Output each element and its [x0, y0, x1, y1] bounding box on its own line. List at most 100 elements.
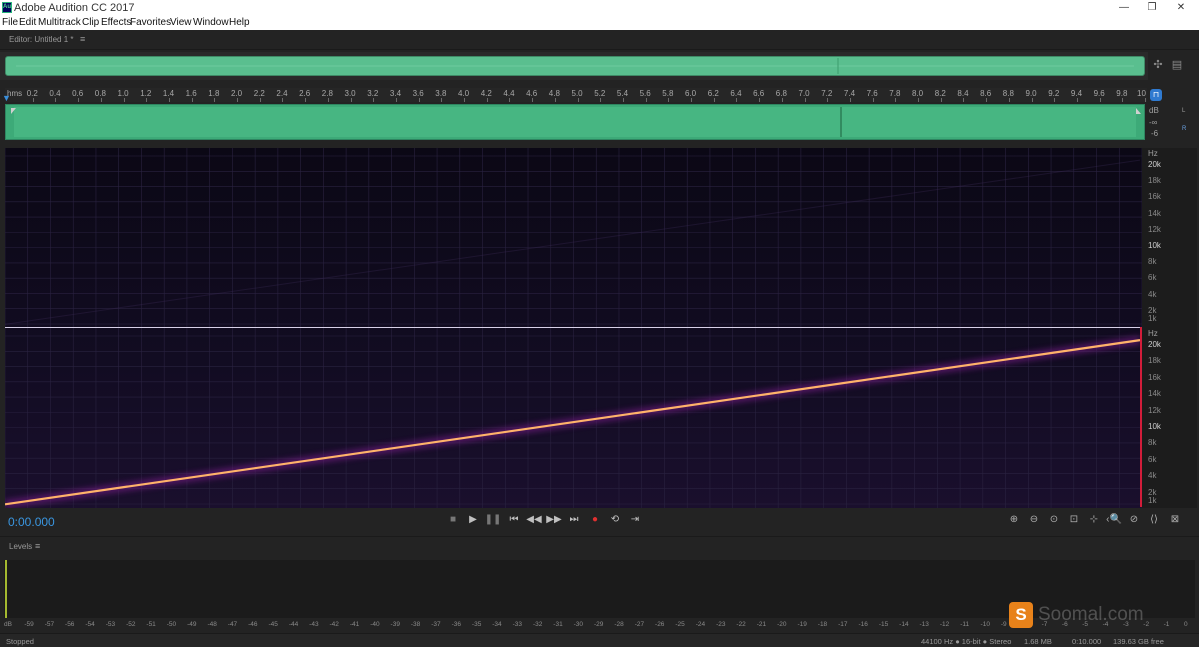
- close-button[interactable]: ✕: [1168, 1, 1194, 15]
- pause-button[interactable]: ❚❚: [484, 513, 502, 527]
- ruler-tick-label: 3.2: [367, 89, 379, 98]
- levels-panel-header: Levels ≡: [0, 536, 1199, 556]
- ruler-tick-mark: [600, 98, 602, 102]
- menu-favorites[interactable]: Favorites: [130, 17, 171, 28]
- status-size: 1.68 MB: [1024, 637, 1052, 646]
- timecode-display[interactable]: 0:00.000: [8, 515, 55, 529]
- freq-unit: Hz: [1148, 149, 1158, 158]
- ruler-tick-label: 0.6: [72, 89, 84, 98]
- maximize-button[interactable]: ❐: [1139, 1, 1165, 15]
- levels-scale-label: 0: [1184, 621, 1188, 628]
- levels-scale-label: -56: [65, 621, 75, 628]
- minimize-button[interactable]: —: [1111, 1, 1137, 15]
- ruler-tick-mark: [622, 98, 624, 102]
- levels-scale-label: -18: [817, 621, 828, 628]
- zoom-out-time-icon[interactable]: ⊠: [1166, 513, 1184, 527]
- ruler-tick-mark: [146, 98, 148, 102]
- scroll-lock-icon[interactable]: ⊓: [1150, 89, 1162, 101]
- playhead-line[interactable]: [1140, 327, 1142, 507]
- ruler-tick-mark: [282, 98, 284, 102]
- menu-multitrack[interactable]: Multitrack: [38, 17, 81, 28]
- loop-button[interactable]: ⟲: [606, 513, 624, 527]
- hamburger-icon[interactable]: ≡: [35, 541, 40, 551]
- panel-options-icon[interactable]: ▤: [1170, 58, 1184, 71]
- zoom-in-full-icon[interactable]: ⊡: [1065, 513, 1083, 527]
- menu-clip[interactable]: Clip: [82, 17, 99, 28]
- levels-scale-label: -54: [85, 621, 95, 628]
- soomal-logo: S: [1009, 602, 1033, 628]
- ruler-tick-label: 4.0: [458, 89, 470, 98]
- levels-scale-label: -22: [736, 621, 746, 628]
- waveform-display[interactable]: [5, 104, 1145, 140]
- zoom-out-icon[interactable]: ⊘: [1125, 513, 1143, 527]
- rewind-button[interactable]: ◀◀: [525, 513, 543, 527]
- ruler-tick-mark: [804, 98, 806, 102]
- freq-tick-label: 12k: [1148, 405, 1161, 415]
- zoom-navigator-icon[interactable]: ✣: [1151, 58, 1165, 71]
- ruler-tick-label: 5.6: [639, 89, 651, 98]
- stop-button[interactable]: ■: [444, 513, 462, 527]
- menu-help[interactable]: Help: [229, 17, 250, 28]
- editor-panel-header: Editor: Untitled 1 * ≡: [0, 30, 1199, 50]
- go-to-end-button[interactable]: ⏭: [565, 513, 583, 527]
- levels-scale-label: -29: [594, 621, 604, 628]
- menu-view[interactable]: View: [170, 17, 192, 28]
- menu-edit[interactable]: Edit: [19, 17, 36, 28]
- record-button[interactable]: ●: [586, 513, 604, 527]
- freq-tick-label: 20k: [1148, 340, 1161, 350]
- zoom-selection-icon[interactable]: ⊹: [1085, 513, 1103, 527]
- levels-scale-label: -35: [471, 621, 482, 628]
- ruler-tick-mark: [1076, 98, 1078, 102]
- levels-scale-label: -13: [919, 621, 929, 628]
- channel-left[interactable]: L: [1182, 108, 1185, 114]
- ruler-tick-label: 6.4: [730, 89, 742, 98]
- levels-panel-title[interactable]: Levels: [9, 542, 32, 551]
- ruler-tick-mark: [259, 98, 261, 102]
- levels-scale-label: -49: [187, 621, 197, 628]
- zoom-in-amplitude-icon[interactable]: ⊕: [1005, 513, 1023, 527]
- ruler-tick-mark: [691, 98, 692, 102]
- ruler-tick-label: 4.4: [503, 89, 515, 98]
- channel-right[interactable]: R: [1182, 126, 1186, 132]
- freq-tick-label: 10k: [1148, 241, 1161, 251]
- zoom-in-icon[interactable]: ‹🔍: [1105, 513, 1123, 527]
- ruler-tick-label: 2.4: [276, 89, 288, 98]
- levels-scale-label: -39: [390, 621, 400, 628]
- ruler-tick-label: 3.0: [344, 89, 356, 98]
- editor-panel-title[interactable]: Editor: Untitled 1 *: [9, 35, 73, 44]
- db-label-6: -6: [1151, 129, 1159, 138]
- ruler-tick-mark: [1099, 98, 1101, 102]
- menu-window[interactable]: Window: [193, 17, 229, 28]
- zoom-in-time-icon[interactable]: ⟨⟩: [1145, 513, 1163, 527]
- go-to-start-button[interactable]: ⏮: [505, 513, 523, 527]
- ruler-tick-mark: [759, 98, 761, 102]
- time-ruler[interactable]: hms 0.2 0.4 0.6 0.8 1.0 1.2 1.4 1.6 1.8 2.0 2.2 2.4…: [5, 88, 1147, 102]
- fast-forward-button[interactable]: ▶▶: [545, 513, 563, 527]
- ruler-tick-mark: [986, 98, 988, 102]
- ruler-tick-mark: [123, 98, 125, 102]
- skip-selection-button[interactable]: ⇥: [626, 513, 644, 527]
- ruler-tick-mark: [55, 98, 57, 102]
- playhead-marker-icon[interactable]: ▼: [2, 94, 11, 103]
- levels-scale-label: -21: [756, 621, 767, 628]
- ruler-tick-label: 0.8: [94, 89, 106, 98]
- hamburger-icon[interactable]: ≡: [80, 34, 85, 44]
- play-button[interactable]: ▶: [464, 513, 482, 527]
- ruler-tick-label: 4.2: [480, 89, 492, 98]
- menu-file[interactable]: File: [2, 17, 18, 28]
- zoom-out-amplitude-icon[interactable]: ⊖: [1025, 513, 1043, 527]
- levels-scale-label: -38: [410, 621, 421, 628]
- zoom-reset-icon[interactable]: ⊙: [1045, 513, 1063, 527]
- overview-waveform[interactable]: [5, 56, 1145, 76]
- levels-scale-label: -37: [431, 621, 441, 628]
- ruler-tick-mark: [1145, 98, 1146, 102]
- levels-meter-bar: [5, 560, 7, 618]
- levels-scale-label: -33: [512, 621, 523, 628]
- ruler-tick-label: 8.0: [912, 89, 924, 98]
- spectral-frequency-display[interactable]: [5, 148, 1142, 508]
- freq-tick-label: 6k: [1148, 273, 1157, 283]
- ruler-tick-mark: [1122, 98, 1124, 102]
- status-format: 44100 Hz ● 16-bit ● Stereo: [921, 637, 1012, 646]
- menu-effects[interactable]: Effects: [101, 17, 131, 28]
- levels-scale-label: -2: [1143, 621, 1150, 628]
